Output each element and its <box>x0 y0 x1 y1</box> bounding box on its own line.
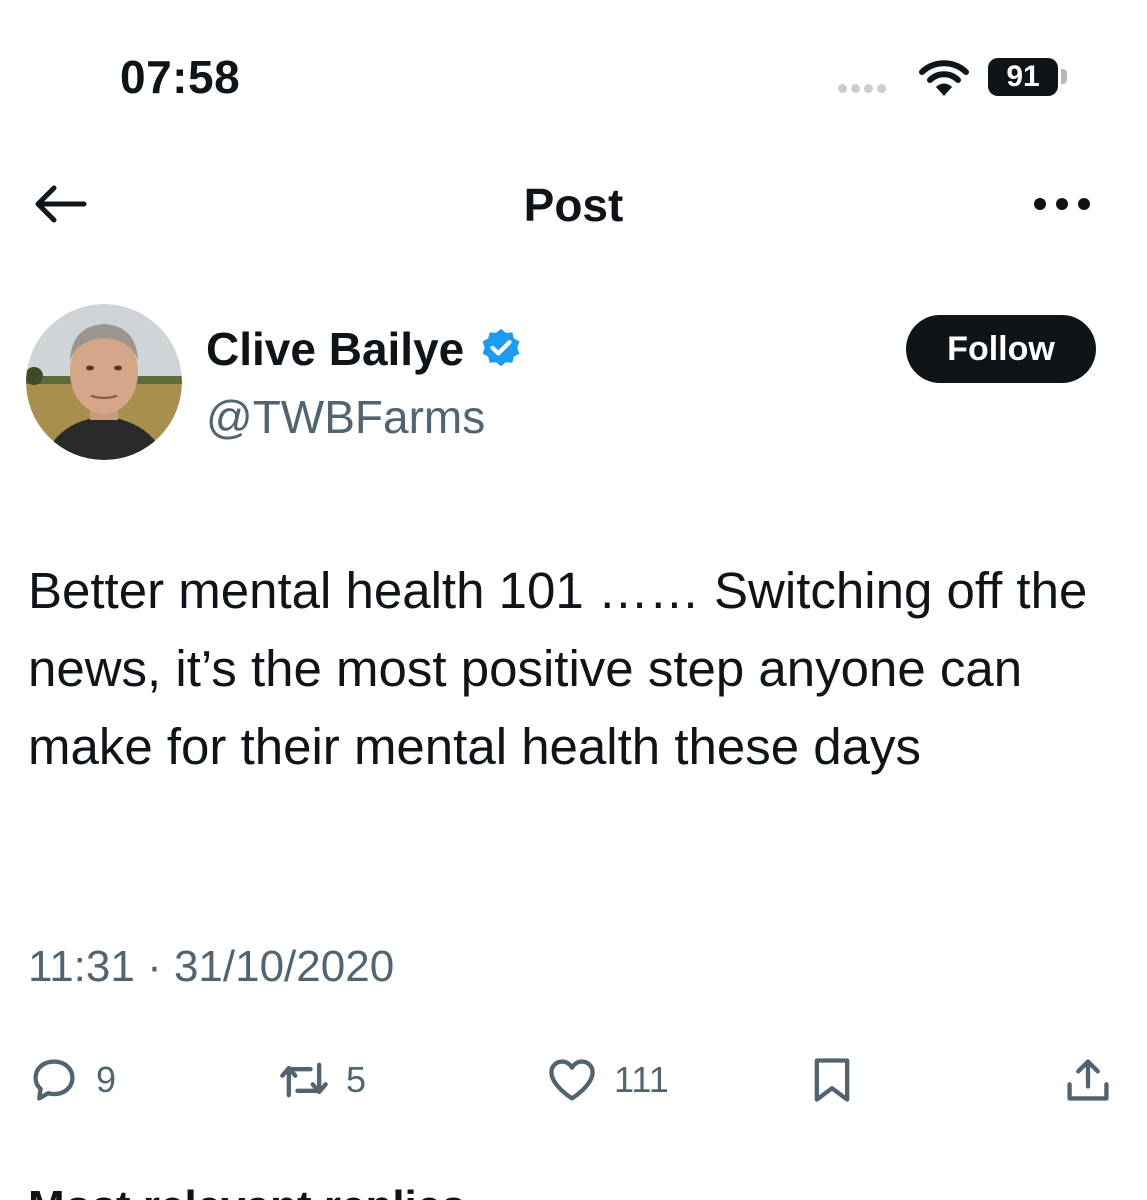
bookmark-icon <box>814 1058 850 1102</box>
wifi-icon <box>919 60 969 96</box>
status-time: 07:58 <box>120 51 241 103</box>
verified-badge-icon <box>482 328 520 367</box>
heart-icon <box>549 1059 595 1101</box>
author-name-text: Clive Bailye <box>206 323 465 375</box>
reply-button[interactable]: 9 <box>28 1050 116 1110</box>
post-timestamp[interactable]: 11:31 · 31/10/2020 <box>28 942 394 992</box>
like-button[interactable]: 111 <box>546 1050 669 1110</box>
share-button[interactable] <box>1062 1050 1114 1110</box>
replies-section-heading[interactable]: Most relevant replies <box>28 1182 466 1200</box>
page-title: Post <box>523 179 624 231</box>
avatar[interactable] <box>26 304 182 460</box>
author-handle[interactable]: @TWBFarms <box>206 390 485 444</box>
reply-count: 9 <box>96 1059 117 1100</box>
battery-tip <box>1061 69 1067 84</box>
cellular-signal-icon <box>838 84 886 93</box>
post-screen: 07:58 91 Post Clive Bailye @TWBFarms Fol… <box>0 0 1147 1200</box>
battery-indicator: 91 <box>988 58 1058 96</box>
author-name[interactable]: Clive Bailye <box>206 322 524 376</box>
share-icon <box>1067 1059 1109 1101</box>
more-horizontal-icon[interactable] <box>1030 190 1094 218</box>
repost-icon <box>280 1062 328 1098</box>
repost-count: 5 <box>346 1059 367 1100</box>
bookmark-button[interactable] <box>806 1050 858 1110</box>
repost-button[interactable]: 5 <box>278 1050 366 1110</box>
follow-button[interactable]: Follow <box>906 315 1096 383</box>
like-count: 111 <box>614 1059 669 1100</box>
reply-icon <box>33 1059 75 1101</box>
post-text: Better mental health 101 …… Switching of… <box>28 562 1088 775</box>
